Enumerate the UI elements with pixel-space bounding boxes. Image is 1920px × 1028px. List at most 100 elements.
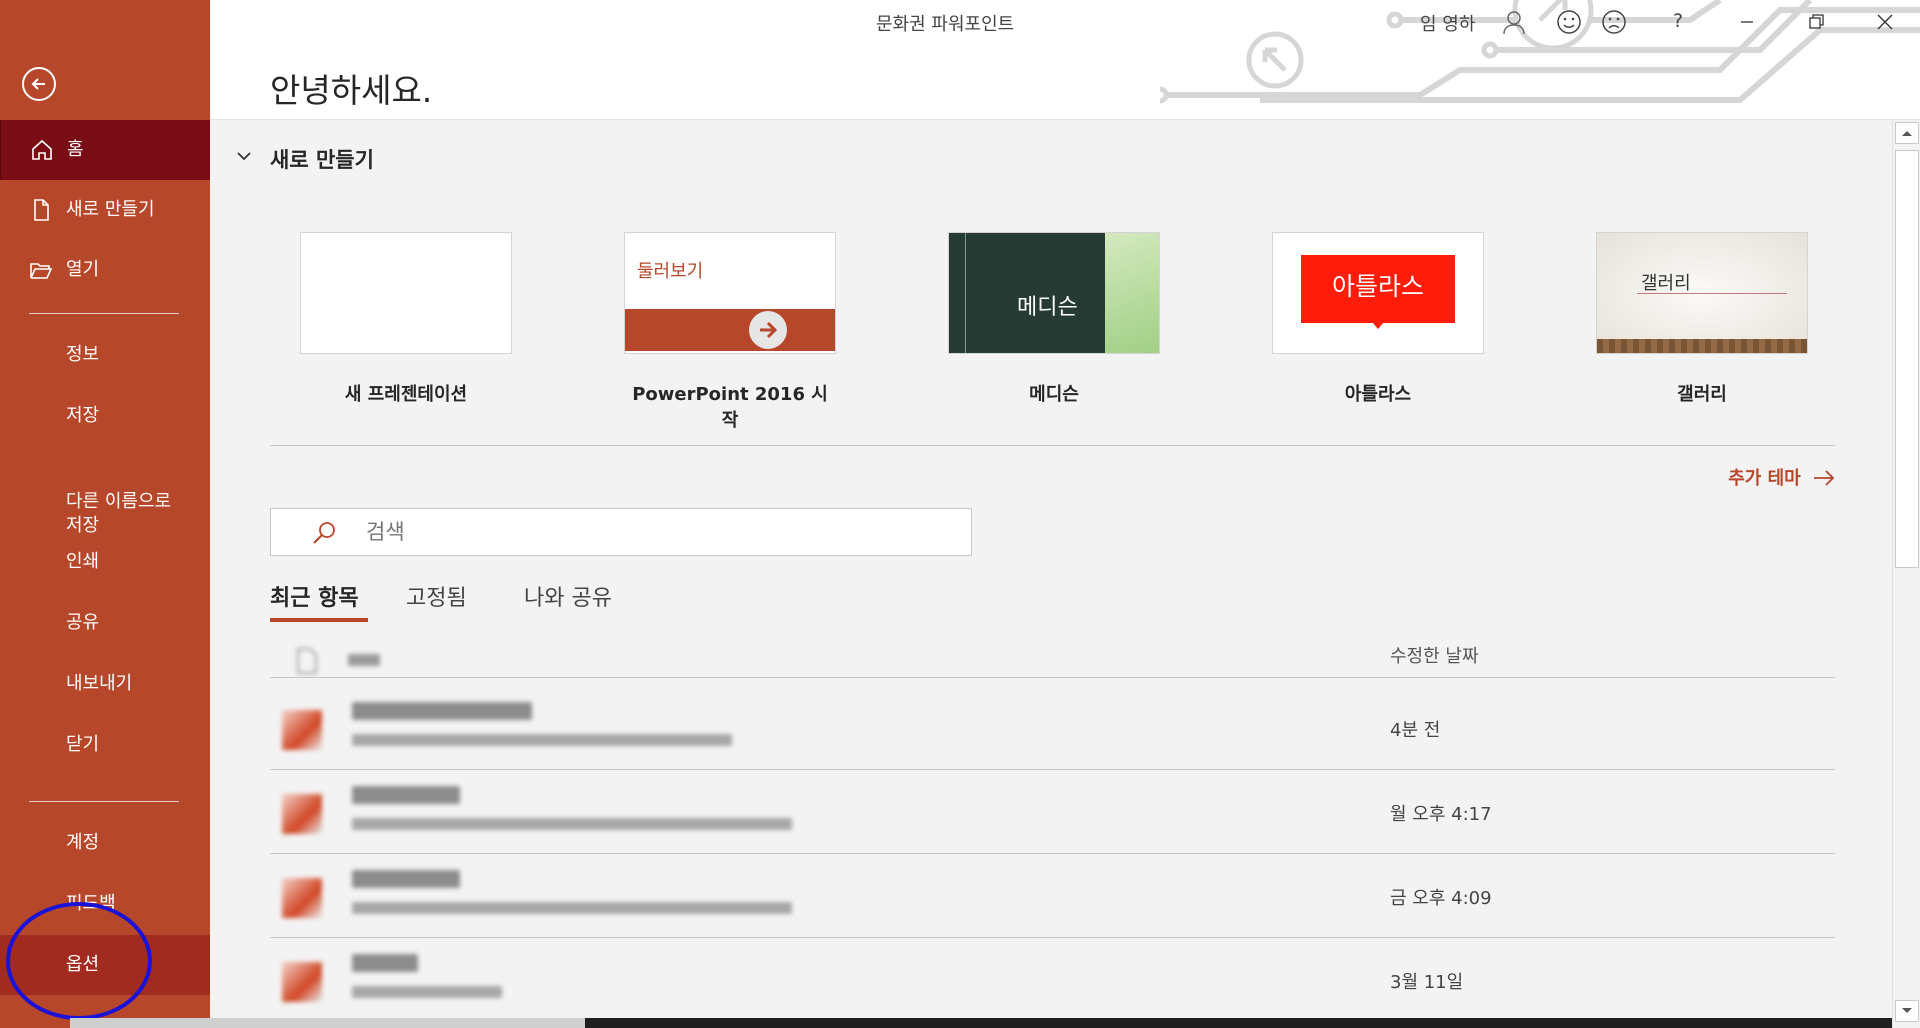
sidebar-item-label: 계정 [66,832,100,853]
sidebar-item-label: 공유 [66,612,100,633]
template-name: PowerPoint 2016 시작 [632,384,828,431]
frown-feedback-icon[interactable] [1600,8,1628,36]
sidebar-item-close[interactable]: 닫기 [0,715,210,775]
home-icon [32,139,52,160]
thumb-text: 둘러보기 [637,261,704,282]
active-tab-indicator [270,618,368,622]
file-path-redacted [352,986,502,998]
vertical-scrollbar[interactable] [1892,120,1920,1028]
more-themes-link[interactable]: 추가 테마 [1728,464,1835,490]
file-name-redacted [352,786,460,804]
scroll-down-button[interactable] [1895,1000,1919,1022]
sidebar-item-label: 인쇄 [66,551,100,572]
file-name-redacted [352,954,418,972]
new-section-title[interactable]: 새로 만들기 [270,144,374,174]
back-button[interactable] [22,67,56,101]
thumb-pointer [1373,323,1383,329]
user-name[interactable]: 임 영하 [1420,10,1475,36]
sidebar-item-new[interactable]: 새로 만들기 [0,180,210,240]
search-input[interactable] [366,517,926,547]
powerpoint-file-icon [282,710,322,750]
sidebar-item-label: 새로 만들기 [66,199,155,220]
sidebar-item-print[interactable]: 인쇄 [0,532,210,592]
recent-file-row[interactable]: 금 오후 4:09 [270,854,1835,938]
tab-shared[interactable]: 나와 공유 [524,580,612,612]
name-column-header[interactable] [348,654,380,666]
template-tour[interactable]: 둘러보기 PowerPoint 2016 시작 [624,232,836,432]
date-column-header[interactable]: 수정한 날짜 [1390,642,1479,668]
recent-file-row[interactable]: 월 오후 4:17 [270,770,1835,854]
tab-recent[interactable]: 최근 항목 [270,580,359,612]
file-type-icon [297,648,317,674]
recent-file-row[interactable]: 4분 전 [270,686,1835,770]
thumb-red-banner: 아틀라스 [1301,253,1455,323]
template-thumbnail[interactable]: 둘러보기 [624,232,836,354]
sidebar-item-info[interactable]: 정보 [0,325,210,385]
sidebar-item-save[interactable]: 저장 [0,386,210,446]
thumb-text: 갤러리 [1641,273,1691,294]
home-content: 새로 만들기 새 프레젠테이션 둘러보기 PowerPoint 2016 시작 … [210,120,1892,1028]
file-path-redacted [352,818,792,830]
sidebar-item-label: 홈 [67,139,84,160]
minimize-icon[interactable] [1733,8,1761,36]
sidebar-item-home[interactable]: 홈 [0,120,210,180]
thumb-text: 아틀라스 [1331,272,1424,301]
sidebar-item-label: 저장 [66,405,100,426]
scroll-up-button[interactable] [1895,122,1919,144]
thumb-line [965,233,966,353]
template-blank[interactable]: 새 프레젠테이션 [300,232,512,406]
section-divider [270,445,1835,446]
backstage-header: 문화권 파워포인트 임 영하 ? 안녕하세요. [210,0,1920,120]
window-title: 문화권 파워포인트 [876,14,1015,35]
chevron-down-icon[interactable] [236,150,252,162]
template-madison[interactable]: 메디슨 메디슨 [948,232,1160,406]
sidebar-item-open[interactable]: 열기 [0,240,210,300]
template-thumbnail[interactable] [300,232,512,354]
search-icon [313,522,335,544]
scrollbar-thumb[interactable] [1895,150,1919,568]
help-button[interactable]: ? [1673,10,1683,32]
modified-date: 월 오후 4:17 [1390,804,1492,825]
taskbar-edge-light [70,1018,585,1028]
scroll-up-arrow-icon [1902,131,1912,136]
annotation-circle [6,902,152,1020]
sidebar-item-share[interactable]: 공유 [0,593,210,653]
recent-file-row[interactable]: 3월 11일 [270,938,1835,1022]
close-icon[interactable] [1871,8,1899,36]
sidebar-item-label: 닫기 [66,734,100,755]
file-name-redacted [352,870,460,888]
template-name: 메디슨 [1029,384,1079,405]
powerpoint-file-icon [282,962,322,1002]
thumb-underline [1637,293,1787,294]
sidebar-divider [29,313,179,314]
file-path-redacted [352,734,732,746]
template-atlas[interactable]: 아틀라스 아틀라스 [1272,232,1484,406]
taskbar-edge [585,1018,1892,1028]
list-header: 수정한 날짜 [270,640,1835,678]
template-name: 갤러리 [1677,384,1727,405]
back-arrow-icon [31,78,45,90]
thumb-band [625,309,835,351]
restore-icon[interactable] [1802,8,1830,36]
search-box[interactable] [270,508,972,556]
tab-pinned[interactable]: 고정됨 [406,580,467,612]
sidebar-item-label: 내보내기 [66,673,133,694]
modified-date: 금 오후 4:09 [1390,888,1492,909]
greeting-heading: 안녕하세요. [270,71,433,110]
new-document-icon [34,199,49,221]
user-avatar-icon[interactable] [1500,8,1528,36]
sidebar-divider [29,801,179,802]
template-thumbnail[interactable]: 갤러리 [1596,232,1808,354]
smile-feedback-icon[interactable] [1555,8,1583,36]
sidebar-item-export[interactable]: 내보내기 [0,654,210,714]
thumb-wood-floor [1597,339,1807,353]
modified-date: 4분 전 [1390,720,1441,741]
template-name: 새 프레젠테이션 [344,384,468,405]
sidebar-item-account[interactable]: 계정 [0,813,210,873]
sidebar-item-label: 정보 [66,344,100,365]
template-thumbnail[interactable]: 메디슨 [948,232,1160,354]
template-gallery[interactable]: 갤러리 갤러리 [1596,232,1808,406]
template-thumbnail[interactable]: 아틀라스 [1272,232,1484,354]
template-name: 아틀라스 [1344,384,1412,405]
sidebar-item-save-as[interactable]: 다른 이름으로 저장 [0,460,210,536]
